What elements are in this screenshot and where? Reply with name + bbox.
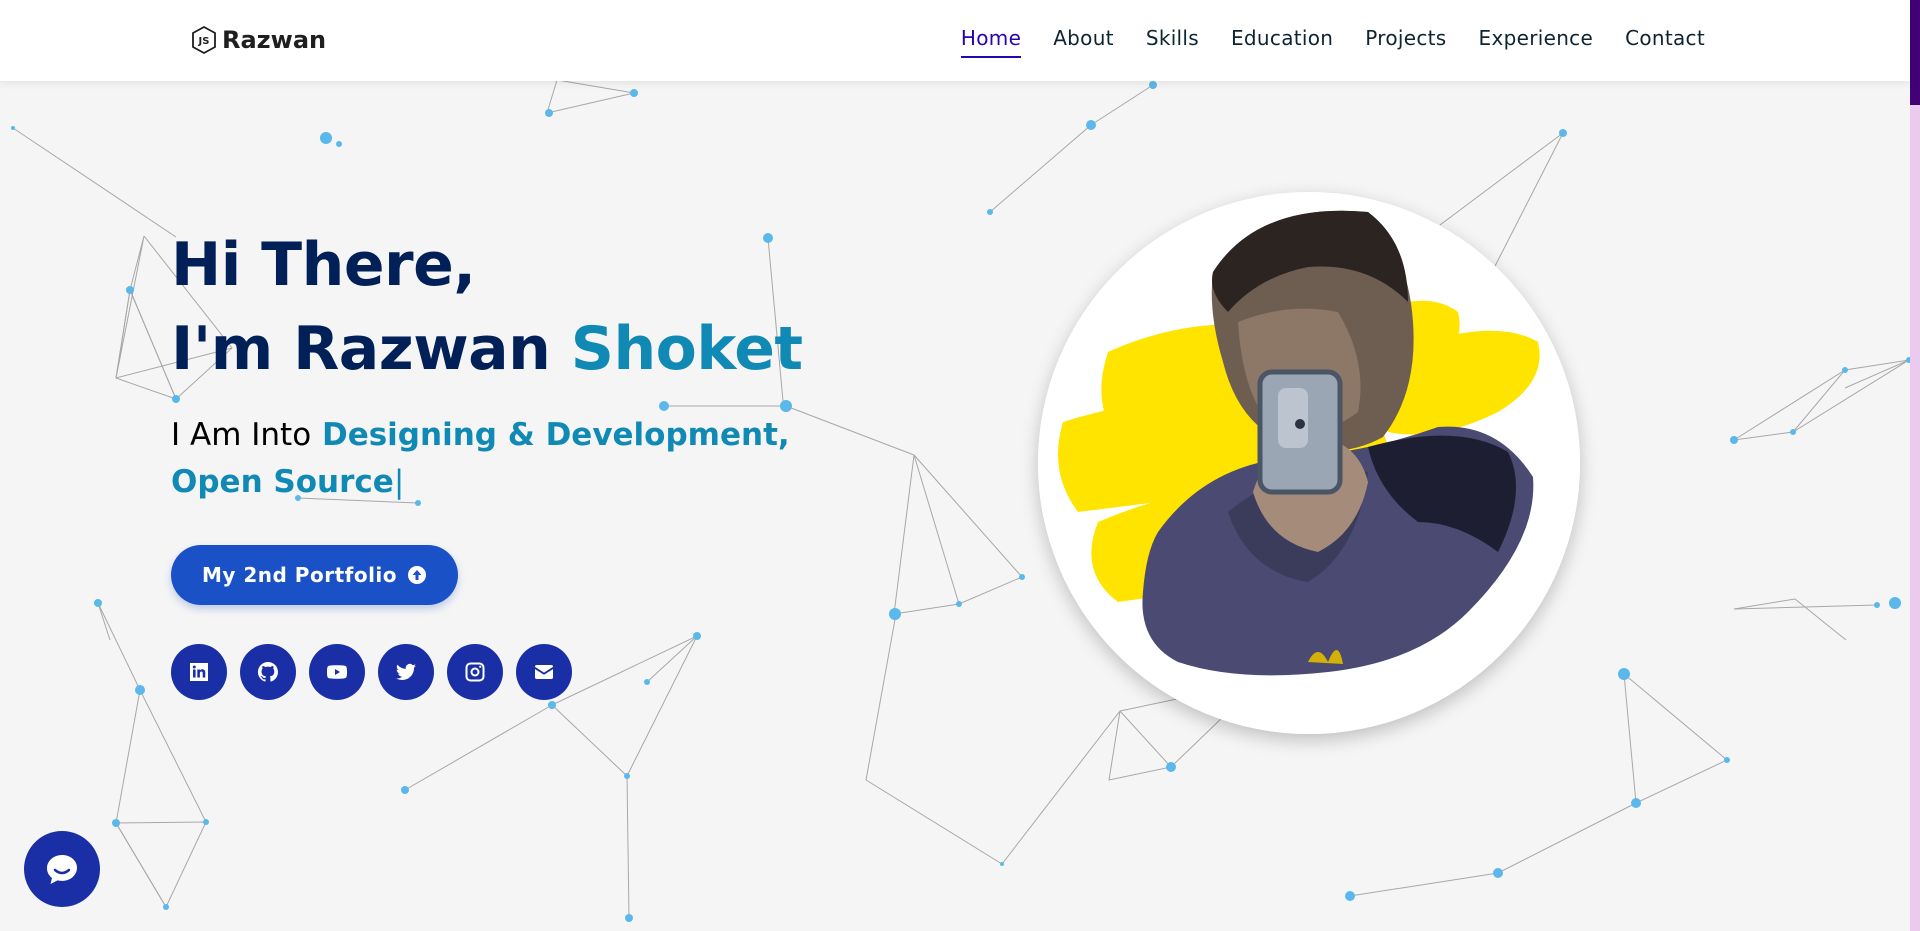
social-links <box>171 644 572 700</box>
main-nav: Home About Skills Education Projects Exp… <box>960 26 1705 58</box>
chat-bubble-icon <box>47 855 77 884</box>
nav-projects[interactable]: Projects <box>1365 26 1446 58</box>
js-hexagon-icon: JS <box>192 25 216 55</box>
hero-name-highlight: Shoket <box>570 314 803 384</box>
nav-skills[interactable]: Skills <box>1146 26 1199 58</box>
github-icon <box>257 661 278 682</box>
profile-photo-illustration <box>1038 192 1580 734</box>
svg-text:JS: JS <box>198 36 210 47</box>
nav-about[interactable]: About <box>1053 26 1114 58</box>
site-header: JS Razwan Home About Skills Education Pr… <box>0 0 1910 81</box>
brand-logo[interactable]: JS Razwan <box>190 25 326 55</box>
typed-lead: I Am Into <box>171 417 312 453</box>
youtube-link[interactable] <box>309 644 365 700</box>
hero-name: I'm Razwan Shoket <box>171 316 891 382</box>
youtube-icon <box>327 665 347 679</box>
twitter-link[interactable] <box>378 644 434 700</box>
email-link[interactable] <box>516 644 572 700</box>
brand-name: Razwan <box>222 26 327 54</box>
typed-roles-line: I Am Into Designing & Development, Open … <box>171 412 891 505</box>
hero-intro: Hi There, I'm Razwan Shoket I Am Into De… <box>171 232 891 505</box>
envelope-icon <box>535 665 553 679</box>
linkedin-icon <box>190 663 208 681</box>
page-scrollbar[interactable] <box>1910 0 1920 931</box>
nav-experience[interactable]: Experience <box>1479 26 1594 58</box>
hero-name-prefix: I'm Razwan <box>171 314 551 384</box>
chat-widget-button[interactable] <box>24 831 100 907</box>
scrollbar-thumb[interactable] <box>1910 0 1920 105</box>
cta-label: My 2nd Portfolio <box>201 563 398 587</box>
arrow-circle-up-icon <box>408 566 427 584</box>
second-portfolio-button[interactable]: My 2nd Portfolio <box>171 545 458 605</box>
instagram-icon <box>465 662 485 682</box>
nav-contact[interactable]: Contact <box>1625 26 1705 58</box>
nav-home[interactable]: Home <box>960 26 1022 58</box>
typing-cursor: | <box>393 463 405 500</box>
hero-greeting: Hi There, <box>171 230 476 300</box>
github-link[interactable] <box>240 644 296 700</box>
profile-photo <box>1038 192 1580 734</box>
linkedin-link[interactable] <box>171 644 227 700</box>
nav-education[interactable]: Education <box>1231 26 1333 58</box>
instagram-link[interactable] <box>447 644 503 700</box>
twitter-icon <box>396 663 416 681</box>
